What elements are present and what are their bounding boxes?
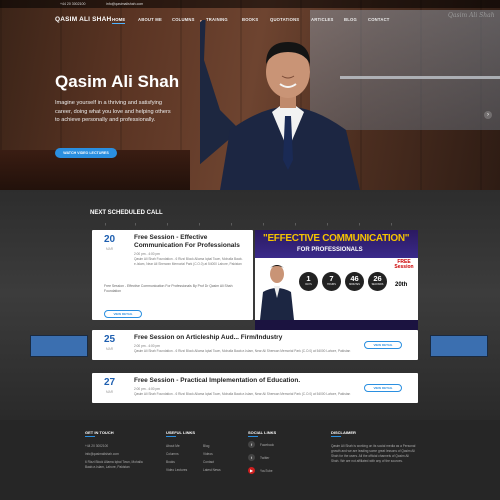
countdown-days: 1 DAYS	[299, 272, 318, 291]
event-card[interactable]: 27 MAR Free Session - Practical Implemen…	[92, 373, 418, 403]
facebook-icon[interactable]: f	[248, 441, 255, 448]
top-bar: +44 20 3002100 info@qasimalishah.com	[0, 0, 500, 8]
signature-logo: Qasim Ali Shah	[448, 12, 495, 19]
nav-articles[interactable]: ARTICLES	[311, 17, 334, 22]
top-email[interactable]: info@qasimalishah.com	[106, 2, 143, 6]
countdown-minutes: 46 MINUTES	[345, 272, 364, 291]
event-location: Qasim Ali Shah Foundation - 6 Rizzi Bloc…	[134, 257, 243, 266]
event-title[interactable]: Free Session on Articleship Aud... Firm/…	[134, 334, 364, 342]
event-day: 27	[104, 377, 116, 388]
footer-link[interactable]: Columns	[166, 452, 179, 456]
section-title: NEXT SCHEDULED CALL	[90, 210, 163, 216]
view-detail-button[interactable]: VIEW DETAIL	[364, 341, 402, 349]
footer-email[interactable]: info@qasimalishah.com	[85, 452, 119, 456]
footer-contact-title: GET IN TOUCH	[85, 430, 114, 435]
footer-link[interactable]: Contact	[203, 460, 214, 464]
nav-books[interactable]: BOOKS	[242, 17, 258, 22]
footer-links-title: USEFUL LINKS	[166, 430, 196, 435]
event-card[interactable]: 20 MAR Free Session - Effective Communic…	[92, 230, 253, 320]
footer-youtube[interactable]: YouTube	[260, 469, 273, 473]
footer-disclaimer-title: DISCLAIMER	[331, 430, 356, 435]
stage-screen-right	[430, 335, 488, 357]
stage-screen-left	[30, 335, 88, 357]
event-location: Qasim Ali Shah Foundation - 6 Rizzi Bloc…	[134, 349, 351, 353]
nav-blog[interactable]: BLOG	[344, 17, 357, 22]
youtube-icon[interactable]: ▶	[248, 467, 255, 474]
footer-phone[interactable]: +44 20 3002100	[85, 444, 108, 448]
footer-link[interactable]: Videos	[203, 452, 213, 456]
nav-quotations[interactable]: QUOTATIONS	[270, 17, 299, 22]
nav-home[interactable]: HOME	[112, 17, 126, 24]
view-detail-button[interactable]: VIEW DETAIL	[364, 384, 402, 392]
nav-columns[interactable]: COLUMNS	[172, 17, 195, 22]
nav-contact[interactable]: CONTACT	[368, 17, 390, 22]
footer-twitter[interactable]: Twitter	[260, 456, 269, 460]
footer-link[interactable]: About Me	[166, 444, 180, 448]
watch-video-button[interactable]: WATCH VIDEO LECTURES	[55, 148, 117, 158]
hero-banner: +44 20 3002100 info@qasimalishah.com QAS…	[0, 0, 500, 190]
event-month: MAR	[106, 347, 114, 351]
footer-facebook[interactable]: Facebook	[260, 443, 274, 447]
footer-link[interactable]: Video Lectures	[166, 468, 187, 472]
slider-next-icon[interactable]: ›	[484, 111, 492, 119]
event-location: Qasim Ali Shah Foundation - 6 Rizzi Bloc…	[134, 392, 351, 396]
timeline-ticks: | | | | | | | | | |	[105, 222, 392, 226]
nav-training[interactable]: TRAINING	[206, 17, 228, 22]
event-month: MAR	[106, 247, 114, 251]
countdown-seconds: 26 SECONDS	[368, 272, 387, 291]
event-title[interactable]: Free Session - Practical Implementation …	[134, 377, 364, 385]
twitter-icon[interactable]: t	[248, 454, 255, 461]
event-title[interactable]: Free Session - Effective Communication F…	[134, 234, 246, 250]
event-poster[interactable]: "EFFECTIVE COMMUNICATION" FOR PROFESSION…	[255, 230, 418, 330]
poster-subheadline: FOR PROFESSIONALS	[297, 247, 363, 253]
poster-free-badge: FREE Session	[394, 259, 414, 270]
footer-link[interactable]: Latest News	[203, 468, 221, 472]
view-detail-button[interactable]: VIEW DETAIL	[104, 310, 142, 318]
main-nav: QASIM ALI SHAH HOME ABOUT ME COLUMNS TRA…	[50, 13, 450, 27]
event-day: 20	[104, 234, 116, 245]
footer-address: 6 Rizzi Block Allama Iqbal Town, Mohalla…	[85, 460, 143, 469]
event-day: 25	[104, 334, 116, 345]
footer-social-title: SOCIAL LINKS	[248, 430, 277, 435]
footer: GET IN TOUCH +44 20 3002100 info@qasimal…	[0, 420, 500, 500]
site-logo[interactable]: QASIM ALI SHAH	[55, 16, 111, 23]
footer-link[interactable]: Blog	[203, 444, 209, 448]
event-month: MAR	[106, 390, 114, 394]
poster-speaker-photo	[260, 265, 294, 320]
hero-title: Qasim Ali Shah	[55, 72, 180, 91]
event-card[interactable]: 25 MAR Free Session on Articleship Aud..…	[92, 330, 418, 360]
hero-text: Imagine yourself in a thriving and satis…	[55, 100, 171, 123]
speaker-photo	[200, 20, 360, 190]
countdown-hours: 7 HOURS	[322, 272, 341, 291]
top-phone[interactable]: +44 20 3002100	[60, 2, 85, 6]
page: +44 20 3002100 info@qasimalishah.com QAS…	[0, 0, 500, 500]
footer-link[interactable]: Books	[166, 460, 175, 464]
poster-headline: "EFFECTIVE COMMUNICATION"	[263, 233, 410, 244]
poster-date: 20th	[395, 282, 408, 288]
nav-about[interactable]: ABOUT ME	[138, 17, 162, 22]
footer-disclaimer-text: Qasim Ali Shah is working on its social …	[331, 444, 416, 463]
schedule-section: NEXT SCHEDULED CALL | | | | | | | | | | …	[0, 190, 500, 420]
event-description: Free Session - Effective Communication F…	[104, 284, 233, 293]
